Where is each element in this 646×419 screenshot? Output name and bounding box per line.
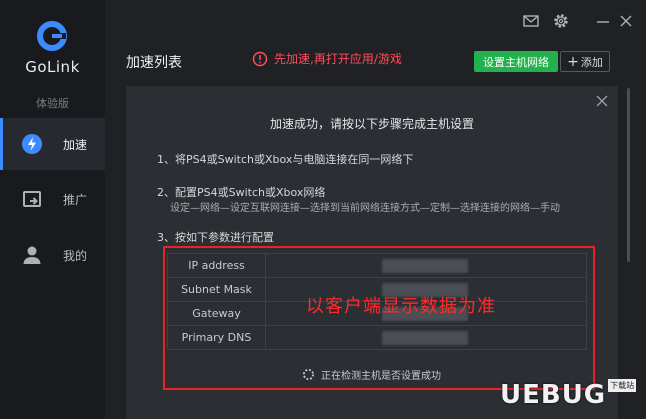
add-button-label: 添加: [580, 55, 603, 69]
watermark-tag: 下载站: [608, 378, 637, 392]
dialog-title: 加速成功，请按以下步骤完成主机设置: [269, 117, 474, 131]
page-title: 加速列表: [126, 55, 182, 71]
annotation-box: [163, 246, 595, 390]
scrollbar[interactable]: [627, 88, 630, 262]
plus-icon: +: [567, 53, 579, 70]
settings-gear-icon[interactable]: [552, 12, 570, 30]
step-3: 3、按如下参数进行配置: [157, 231, 274, 244]
user-icon: [23, 246, 41, 264]
alert-text: 先加速,再打开应用/游戏: [274, 52, 402, 66]
sidebar-item-label: 推广: [63, 192, 88, 207]
edition-label: 体验版: [36, 97, 69, 110]
sidebar-item-label: 我的: [63, 248, 88, 263]
mail-icon[interactable]: [522, 12, 540, 30]
share-icon: [23, 191, 41, 207]
dialog-close-icon[interactable]: [595, 94, 609, 108]
golink-logo-icon: [37, 21, 67, 51]
sidebar-item-label: 加速: [63, 137, 88, 152]
sidebar: GoLink 体验版 加速 推广 我的: [0, 0, 105, 419]
watermark-text: UEBUG: [500, 380, 607, 410]
annotation-text: 以客户端显示数据为准: [306, 296, 496, 317]
set-host-network-button[interactable]: 设置主机网络: [474, 51, 558, 72]
sidebar-item-mine[interactable]: 我的: [0, 229, 105, 281]
brand-name: GoLink: [25, 58, 80, 76]
watermark: UEBUG 下载站: [500, 378, 637, 410]
accelerate-alert: 先加速,再打开应用/游戏: [252, 50, 402, 67]
add-button[interactable]: + 添加: [560, 51, 610, 72]
warning-icon: [252, 51, 268, 66]
sidebar-item-accelerate[interactable]: 加速: [0, 118, 105, 170]
minimize-icon[interactable]: [594, 12, 612, 30]
step-1: 1、将PS4或Switch或Xbox与电脑连接在同一网络下: [157, 153, 414, 166]
sidebar-item-promote[interactable]: 推广: [0, 173, 105, 225]
lightning-icon: [22, 134, 42, 154]
step-2-detail: 设定—网络—设定互联网连接—选择到当前网络连接方式—定制—选择连接的网络—手动: [170, 203, 560, 214]
close-icon[interactable]: [617, 12, 635, 30]
step-2: 2、配置PS4或Switch或Xbox网络: [157, 186, 326, 199]
